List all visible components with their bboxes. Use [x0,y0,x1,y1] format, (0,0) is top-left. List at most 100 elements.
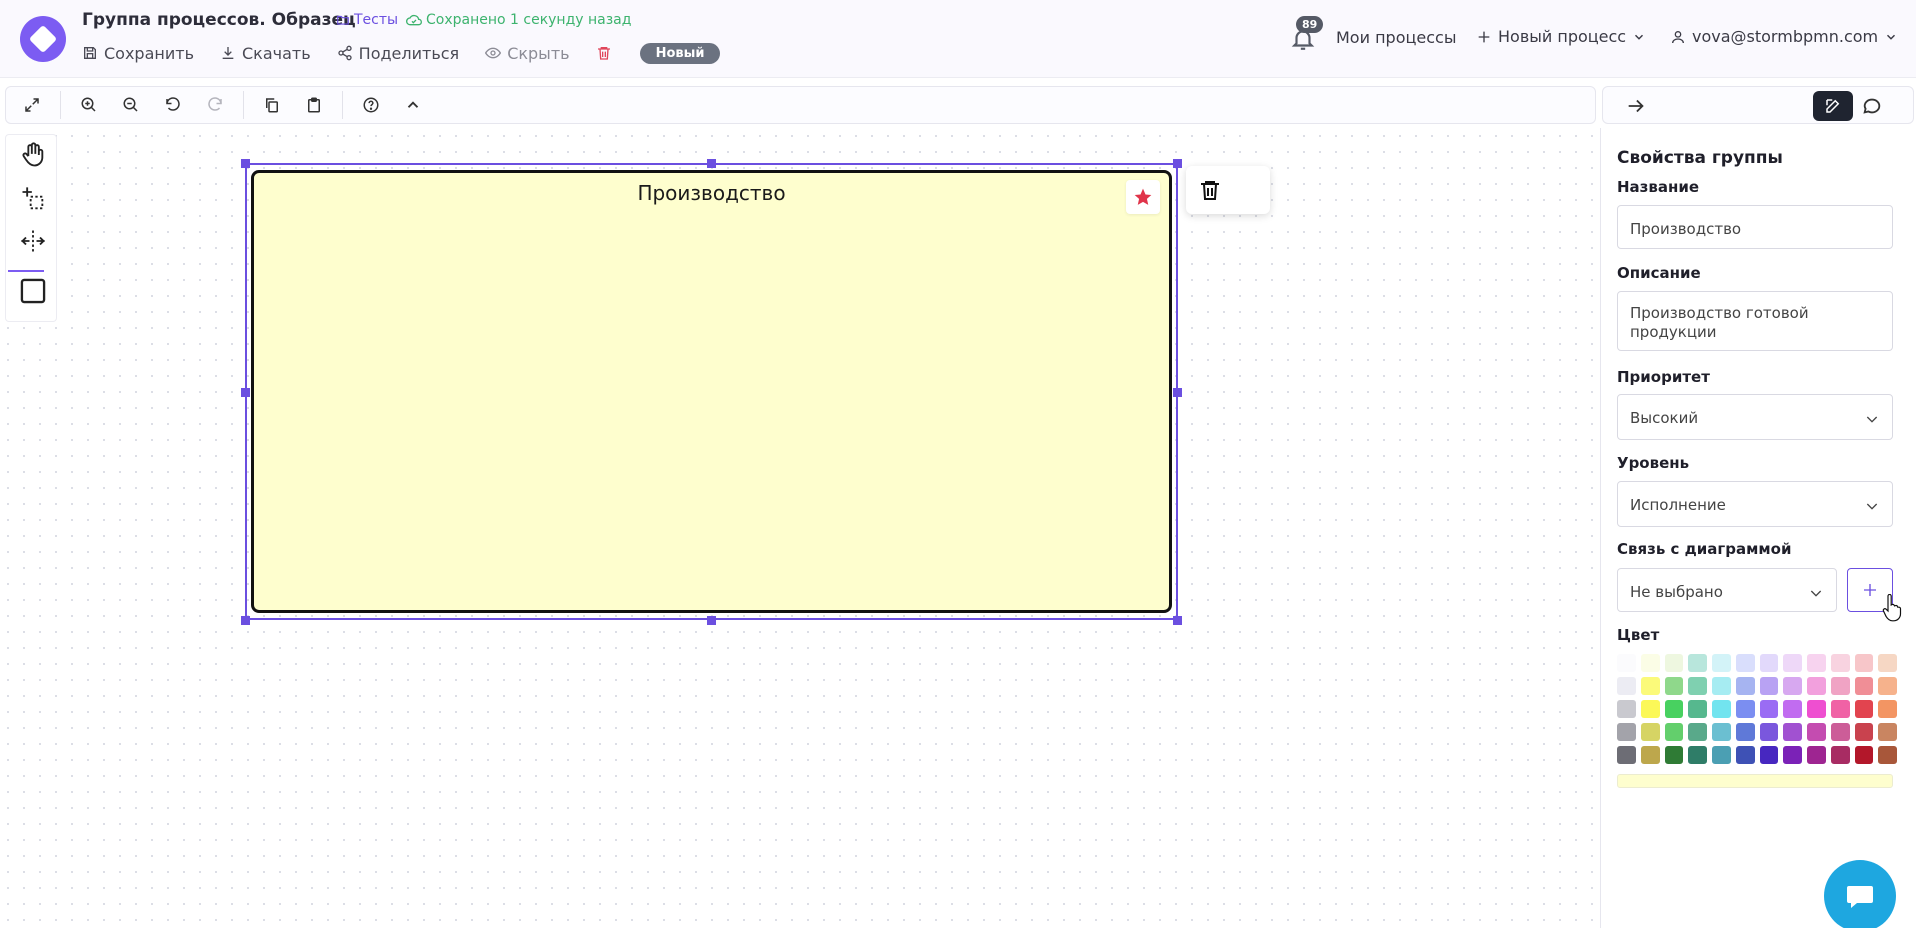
color-swatch[interactable] [1688,700,1707,718]
color-swatch[interactable] [1830,677,1850,695]
group-title[interactable]: Производство [254,181,1169,205]
color-swatch[interactable] [1712,700,1731,718]
zoom-in-button[interactable] [75,91,103,119]
priority-select[interactable]: Высокий [1617,394,1893,440]
color-swatch[interactable] [1664,700,1684,718]
color-swatch[interactable] [1688,654,1707,672]
color-swatch[interactable] [1688,677,1707,695]
help-button[interactable] [357,91,385,119]
color-swatch[interactable] [1759,746,1779,764]
tab-edit[interactable] [1813,91,1853,121]
color-swatch[interactable] [1712,654,1731,672]
color-swatch[interactable] [1664,746,1684,764]
color-swatch[interactable] [1783,723,1802,741]
diagram-link-select[interactable]: Не выбрано [1617,568,1837,612]
color-swatch[interactable] [1712,723,1731,741]
color-swatch[interactable] [1640,723,1660,741]
color-swatch[interactable] [1807,746,1826,764]
color-swatch[interactable] [1830,700,1850,718]
color-swatch[interactable] [1640,654,1660,672]
copy-button[interactable] [258,91,286,119]
color-swatch[interactable] [1783,677,1802,695]
color-swatch[interactable] [1640,746,1660,764]
color-swatch[interactable] [1759,654,1779,672]
hide-button[interactable]: Скрыть [485,44,570,63]
color-swatch[interactable] [1617,723,1636,741]
color-swatch[interactable] [1617,746,1636,764]
color-swatch[interactable] [1617,700,1636,718]
process-group[interactable]: Производство [251,170,1172,613]
share-button[interactable]: Поделиться [337,44,459,63]
zoom-out-button[interactable] [117,91,145,119]
color-swatch[interactable] [1783,746,1802,764]
color-swatch[interactable] [1664,654,1684,672]
name-field[interactable]: Производство [1617,205,1893,249]
support-chat-button[interactable] [1824,860,1896,928]
group-tool-icon[interactable] [19,277,47,305]
folder-link[interactable]: Тесты [336,12,398,28]
color-swatch[interactable] [1807,677,1826,695]
color-swatch[interactable] [1830,654,1850,672]
color-swatch[interactable] [1688,746,1707,764]
color-swatch[interactable] [1854,677,1874,695]
color-swatch[interactable] [1712,746,1731,764]
color-swatch[interactable] [1640,677,1660,695]
color-swatch[interactable] [1854,700,1874,718]
resize-handle[interactable] [241,616,250,625]
color-swatch[interactable] [1759,723,1779,741]
trash-icon[interactable] [1198,178,1222,202]
color-swatch[interactable] [1783,654,1802,672]
hand-tool-icon[interactable] [19,141,47,169]
color-swatch[interactable] [1878,654,1897,672]
redo-button[interactable] [201,91,229,119]
resize-handle[interactable] [1173,159,1182,168]
color-swatch[interactable] [1759,677,1779,695]
color-swatch[interactable] [1617,677,1636,695]
resize-handle[interactable] [241,159,250,168]
color-swatch[interactable] [1878,746,1897,764]
priority-star[interactable] [1126,180,1160,214]
undo-button[interactable] [159,91,187,119]
resize-handle[interactable] [1173,616,1182,625]
color-swatch[interactable] [1735,700,1755,718]
my-processes-link[interactable]: Мои процессы [1336,28,1456,47]
color-swatch[interactable] [1830,723,1850,741]
resize-handle[interactable] [1173,388,1182,397]
arrow-right-icon[interactable] [1625,95,1647,117]
color-swatch[interactable] [1735,746,1755,764]
user-menu[interactable]: vova@stormbpmn.com [1670,27,1898,46]
color-swatch[interactable] [1830,746,1850,764]
description-field[interactable]: Производство готовой продукции [1617,291,1893,351]
comment-icon[interactable] [1861,95,1883,117]
delete-button[interactable] [596,45,612,61]
fullscreen-button[interactable] [18,91,46,119]
resize-handle[interactable] [707,159,716,168]
color-swatch[interactable] [1878,723,1897,741]
color-swatch[interactable] [1854,723,1874,741]
color-swatch[interactable] [1854,746,1874,764]
color-swatch[interactable] [1807,654,1826,672]
paste-button[interactable] [300,91,328,119]
lasso-tool-icon[interactable] [19,185,47,213]
color-swatch[interactable] [1617,654,1636,672]
level-select[interactable]: Исполнение [1617,481,1893,527]
resize-handle[interactable] [707,616,716,625]
process-title[interactable]: Группа процессов. Образец [82,10,356,30]
space-tool-icon[interactable] [19,227,47,255]
new-process-menu[interactable]: Новый процесс [1476,27,1646,46]
app-logo[interactable] [20,16,66,62]
color-swatch[interactable] [1878,700,1897,718]
color-swatch[interactable] [1640,700,1660,718]
save-button[interactable]: Сохранить [82,44,194,63]
download-button[interactable]: Скачать [220,44,311,63]
collapse-button[interactable] [399,91,427,119]
color-swatch[interactable] [1664,677,1684,695]
resize-handle[interactable] [241,388,250,397]
color-swatch[interactable] [1807,723,1826,741]
color-swatch[interactable] [1878,677,1897,695]
color-swatch[interactable] [1783,700,1802,718]
color-swatch[interactable] [1664,723,1684,741]
color-swatch[interactable] [1735,723,1755,741]
color-swatch[interactable] [1854,654,1874,672]
color-swatch[interactable] [1712,677,1731,695]
